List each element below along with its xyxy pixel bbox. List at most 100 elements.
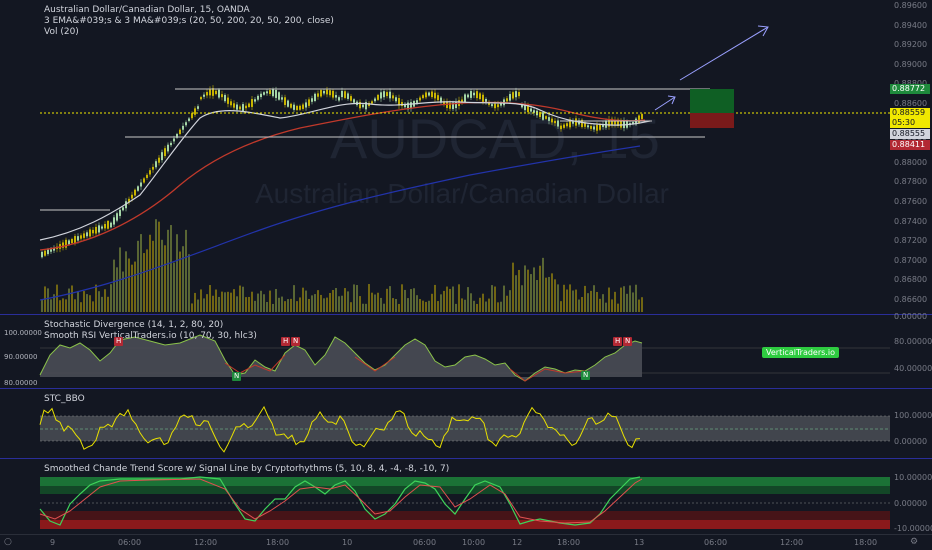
volume-bar bbox=[482, 293, 484, 312]
candle-body bbox=[206, 92, 208, 96]
price-axis-tick: 0.89200 bbox=[894, 40, 928, 50]
volume-bar bbox=[476, 303, 478, 312]
volume-bar bbox=[308, 298, 310, 312]
volume-bar bbox=[491, 285, 493, 312]
volume-bar bbox=[74, 299, 76, 312]
volume-bar bbox=[50, 299, 52, 312]
volume-bar bbox=[617, 303, 619, 312]
candle-body bbox=[95, 226, 97, 234]
zoom-reset-icon[interactable]: ○ bbox=[4, 537, 12, 547]
candle-body bbox=[218, 89, 220, 98]
volume-bar bbox=[458, 284, 460, 312]
candle-body bbox=[299, 105, 301, 110]
candle-body bbox=[395, 97, 397, 102]
candle-body bbox=[455, 101, 457, 109]
stochastic-pane[interactable]: Stochastic Divergence (14, 1, 2, 80, 20)… bbox=[0, 315, 890, 388]
time-axis-label: 12:00 bbox=[194, 538, 218, 547]
divergence-badge: N bbox=[623, 337, 633, 346]
volume-bar bbox=[620, 287, 622, 312]
forecast-arrow[interactable] bbox=[679, 26, 769, 81]
chande-legend[interactable]: Smoothed Chande Trend Score w/ Signal Li… bbox=[44, 464, 449, 475]
volume-bar bbox=[323, 298, 325, 312]
rsi-legend[interactable]: Smooth RSI VerticalTraders.io (10, 70, 3… bbox=[44, 331, 257, 342]
stc-svg bbox=[39, 405, 890, 453]
candle-body bbox=[140, 182, 142, 187]
volume-bar bbox=[317, 290, 319, 312]
volume-bar bbox=[47, 288, 49, 312]
volume-bar bbox=[215, 289, 217, 312]
price-axis[interactable]: 0.896000.894000.892000.890000.888000.886… bbox=[890, 0, 932, 314]
volume-bar bbox=[563, 284, 565, 312]
candle-body bbox=[263, 92, 265, 95]
volume-bar bbox=[401, 284, 403, 312]
candle-body bbox=[161, 152, 163, 161]
volume-bar bbox=[584, 285, 586, 312]
volume-bar bbox=[83, 291, 85, 312]
position-target-zone[interactable] bbox=[690, 89, 734, 113]
candle-body bbox=[71, 238, 73, 244]
volume-bar bbox=[137, 240, 139, 312]
candle-body bbox=[551, 118, 553, 123]
volume-bar bbox=[305, 290, 307, 312]
candle-body bbox=[641, 114, 643, 120]
settings-icon[interactable]: ⚙ bbox=[910, 537, 918, 547]
volume-bar bbox=[413, 288, 415, 312]
volume-bar bbox=[191, 303, 193, 312]
volume-indicator-legend[interactable]: Vol (20) bbox=[44, 27, 334, 38]
volume-bar bbox=[179, 251, 181, 312]
price-axis-tick: 0.87600 bbox=[894, 197, 928, 206]
volume-bar bbox=[593, 285, 595, 312]
volume-bar bbox=[527, 269, 529, 312]
volume-bar bbox=[212, 295, 214, 312]
candle-body bbox=[323, 91, 325, 94]
volume-bar bbox=[380, 297, 382, 312]
candle-body bbox=[482, 94, 484, 103]
candle-body bbox=[233, 103, 235, 108]
volume-bar bbox=[218, 296, 220, 312]
chande-pane[interactable]: Smoothed Chande Trend Score w/ Signal Li… bbox=[0, 459, 890, 534]
time-axis-label: 10 bbox=[342, 538, 353, 547]
volume-bar bbox=[425, 301, 427, 312]
candle-body bbox=[179, 129, 181, 135]
candle-body bbox=[422, 95, 424, 99]
volume-bar bbox=[122, 271, 124, 312]
volume-bar bbox=[65, 299, 67, 312]
volume-bar bbox=[173, 262, 175, 312]
candle-body bbox=[593, 126, 595, 130]
volume-bar bbox=[335, 288, 337, 312]
volume-bar bbox=[341, 295, 343, 312]
volume-bar bbox=[536, 280, 538, 312]
volume-bar bbox=[290, 298, 292, 312]
main-chart-pane[interactable]: AUDCAD, 15 Australian Dollar/Canadian Do… bbox=[0, 0, 890, 314]
candle-body bbox=[416, 100, 418, 103]
volume-bar bbox=[185, 229, 187, 312]
stochastic-axis[interactable]: 80.00000 40.00000 0.00000 bbox=[890, 312, 932, 388]
stc-legend[interactable]: STC_BBO bbox=[44, 394, 85, 405]
candle-body bbox=[92, 229, 94, 234]
candle-body bbox=[209, 89, 211, 96]
candle-body bbox=[605, 120, 607, 128]
volume-bar bbox=[296, 301, 298, 312]
candle-body bbox=[242, 104, 244, 112]
volume-bar bbox=[143, 253, 145, 312]
volume-bar bbox=[521, 285, 523, 312]
volume-bar bbox=[542, 257, 544, 312]
position-stop-zone[interactable] bbox=[690, 113, 734, 128]
candle-body bbox=[239, 106, 241, 110]
candle-body bbox=[329, 90, 331, 96]
stochastic-legend[interactable]: Stochastic Divergence (14, 1, 2, 80, 20) bbox=[44, 320, 257, 331]
candle-body bbox=[542, 112, 544, 120]
volume-bar bbox=[314, 294, 316, 312]
volume-bar bbox=[530, 274, 532, 312]
ma-indicator-legend[interactable]: 3 EMA&#039;s & 3 MA&#039;s (20, 50, 200,… bbox=[44, 16, 334, 27]
candle-body bbox=[377, 94, 379, 100]
candle-body bbox=[89, 229, 91, 237]
chande-axis[interactable]: 10.00000 0.00000 -10.00000 bbox=[890, 459, 932, 534]
stc-axis[interactable]: 100.00000 0.00000 bbox=[890, 389, 932, 458]
stc-pane[interactable]: STC_BBO bbox=[0, 389, 890, 458]
volume-bar bbox=[368, 284, 370, 312]
candle-body bbox=[437, 95, 439, 101]
symbol-title[interactable]: Australian Dollar/Canadian Dollar, 15, O… bbox=[44, 5, 334, 16]
volume-bar bbox=[239, 285, 241, 312]
candle-body bbox=[191, 113, 193, 119]
